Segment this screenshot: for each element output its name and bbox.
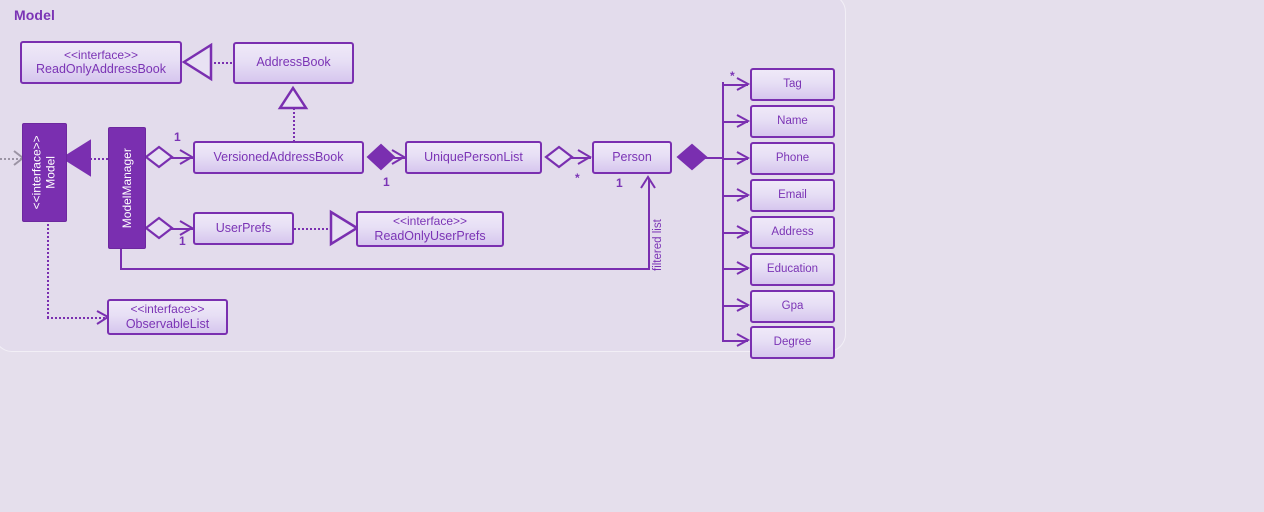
class-readonlyaddressbook-stereotype: <<interface>> (63, 47, 139, 62)
class-readonlyuserprefs-stereotype: <<interface>> (392, 214, 468, 229)
class-attribute-gpa-name: Gpa (781, 300, 804, 313)
class-attribute-tag-name: Tag (783, 78, 802, 91)
class-attribute-name-name: Name (777, 115, 808, 128)
class-attribute-email-name: Email (778, 189, 807, 202)
class-attribute-address[interactable]: Address (750, 216, 835, 249)
diagram-title: Model (14, 7, 55, 23)
edge-modelmanager-model (86, 158, 108, 160)
edge-addressbook-readonlyaddressbook (199, 62, 235, 64)
class-userprefs-name: UserPrefs (215, 220, 272, 235)
edge-model-observablelist-horizontal (47, 317, 105, 319)
class-addressbook[interactable]: AddressBook (233, 42, 354, 84)
class-attribute-degree-name: Degree (773, 336, 812, 349)
edge-attr-branch-degree (722, 340, 748, 342)
edge-modelmanager-versioned (168, 157, 193, 159)
edge-attr-branch-phone (722, 158, 748, 160)
class-model[interactable]: <<interface>> Model (22, 123, 67, 222)
class-uniquepersonlist[interactable]: UniquePersonList (405, 141, 542, 174)
class-observablelist-name: ObservableList (125, 316, 210, 331)
edge-filtered-list-across (120, 268, 650, 270)
class-attribute-tag[interactable]: Tag (750, 68, 835, 101)
edge-attr-branch-address (722, 232, 748, 234)
class-attribute-email[interactable]: Email (750, 179, 835, 212)
class-model-text: <<interface>> Model (30, 135, 59, 209)
class-model-name: Model (44, 156, 59, 189)
class-readonlyaddressbook-name: ReadOnlyAddressBook (36, 62, 166, 77)
edge-attr-branch-name (722, 121, 748, 123)
class-attribute-gpa[interactable]: Gpa (750, 290, 835, 323)
edge-modelmanager-userprefs (168, 228, 193, 230)
edge-userprefs-readonlyuserprefs (294, 228, 332, 230)
multiplicity-uniquepersonlist-person: * (575, 171, 580, 185)
edge-attr-branch-education (722, 268, 748, 270)
edge-filtered-list-down (120, 248, 122, 270)
label-filtered-list: filtered list (652, 219, 664, 271)
diagram-canvas: Model <<interface>> ReadOnlyAddressBook … (0, 0, 1264, 512)
class-attribute-degree[interactable]: Degree (750, 326, 835, 359)
multiplicity-modelmanager-versioned: 1 (174, 130, 181, 144)
edge-filtered-list-up (648, 178, 650, 270)
class-readonlyuserprefs[interactable]: <<interface>> ReadOnlyUserPrefs (356, 211, 504, 247)
class-observablelist[interactable]: <<interface>> ObservableList (107, 299, 228, 335)
class-person-name: Person (612, 149, 652, 164)
edge-model-observablelist-vertical (47, 220, 49, 318)
class-attribute-education[interactable]: Education (750, 253, 835, 286)
class-versionedaddressbook[interactable]: VersionedAddressBook (193, 141, 364, 174)
class-attribute-phone-name: Phone (775, 152, 810, 165)
edge-external-to-model (0, 158, 22, 160)
class-model-stereotype: <<interface>> (30, 135, 45, 210)
multiplicity-person-filtered: 1 (616, 176, 623, 190)
multiplicity-versioned-uniquepersonlist: 1 (383, 175, 390, 189)
class-versionedaddressbook-name: VersionedAddressBook (213, 149, 344, 164)
edge-attr-branch-gpa (722, 305, 748, 307)
class-attribute-education-name: Education (766, 263, 819, 276)
class-attribute-phone[interactable]: Phone (750, 142, 835, 175)
class-person[interactable]: Person (592, 141, 672, 174)
class-uniquepersonlist-name: UniquePersonList (424, 149, 523, 164)
class-modelmanager[interactable]: ModelManager (108, 127, 146, 249)
class-attribute-name[interactable]: Name (750, 105, 835, 138)
class-modelmanager-text: ModelManager (120, 148, 134, 228)
edge-uniquepersonlist-person (566, 157, 591, 159)
multiplicity-modelmanager-userprefs: 1 (179, 234, 186, 248)
edge-attr-branch-email (722, 195, 748, 197)
class-observablelist-stereotype: <<interface>> (130, 302, 205, 317)
class-readonlyaddressbook[interactable]: <<interface>> ReadOnlyAddressBook (20, 41, 182, 84)
class-addressbook-name: AddressBook (256, 55, 331, 70)
class-modelmanager-name: ModelManager (119, 147, 134, 229)
multiplicity-person-tag: * (730, 69, 735, 83)
class-readonlyuserprefs-name: ReadOnlyUserPrefs (374, 228, 486, 243)
class-attribute-address-name: Address (771, 226, 814, 239)
edge-versioned-uniquepersonlist (390, 157, 405, 159)
edge-attr-branch-tag (722, 84, 748, 86)
class-userprefs[interactable]: UserPrefs (193, 212, 294, 245)
edge-person-attributes-stub (704, 157, 724, 159)
edge-versioned-addressbook (293, 105, 295, 142)
